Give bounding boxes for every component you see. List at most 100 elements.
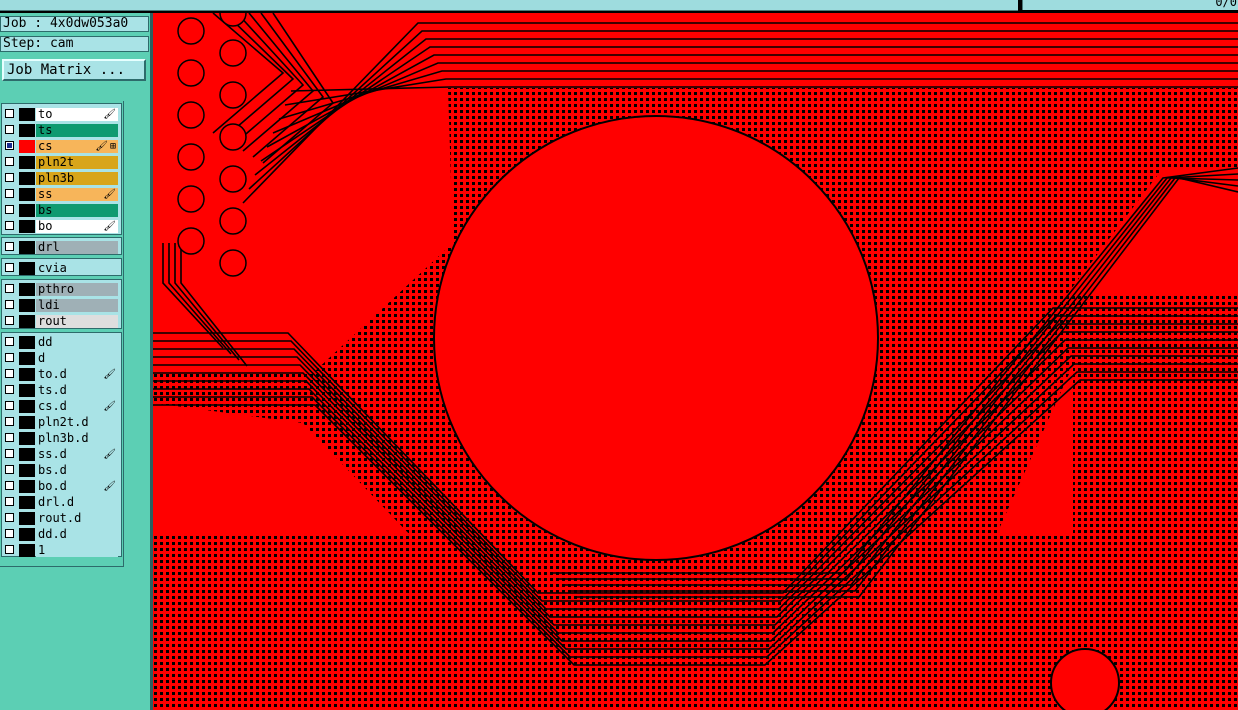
layer-checkbox[interactable] [5, 189, 14, 198]
layer-color-swatch[interactable] [19, 352, 35, 365]
layer-checkbox[interactable] [5, 221, 14, 230]
layer-color-swatch[interactable] [19, 368, 35, 381]
layer-checkbox[interactable] [5, 109, 14, 118]
layer-color-swatch[interactable] [19, 464, 35, 477]
layer-row-cvia[interactable]: cvia [2, 261, 118, 276]
layer-row-to[interactable]: to 🖌 [2, 107, 118, 122]
layer-row-d[interactable]: d [2, 351, 118, 366]
layer-name[interactable]: pln2t.d [36, 416, 118, 429]
layer-name[interactable]: bo.d 🖌 [36, 480, 118, 493]
layer-color-swatch[interactable] [19, 204, 35, 217]
layer-color-swatch[interactable] [19, 416, 35, 429]
layer-name[interactable]: rout.d [36, 512, 118, 525]
layer-checkbox[interactable] [5, 529, 14, 538]
layer-color-swatch[interactable] [19, 156, 35, 169]
layer-row-pln2t-d[interactable]: pln2t.d [2, 415, 118, 430]
layer-row-cs[interactable]: cs 🖌 ⊞ [2, 139, 118, 154]
layer-name[interactable]: cs.d 🖌 [36, 400, 118, 413]
layer-color-swatch[interactable] [19, 241, 35, 254]
layer-checkbox[interactable] [5, 353, 14, 362]
layer-row-to-d[interactable]: to.d 🖌 [2, 367, 118, 382]
layer-row-rout-d[interactable]: rout.d [2, 511, 118, 526]
layer-name[interactable]: 1 [36, 544, 118, 557]
layer-checkbox[interactable] [5, 513, 14, 522]
layer-checkbox[interactable] [5, 433, 14, 442]
layer-color-swatch[interactable] [19, 480, 35, 493]
layer-row-bo[interactable]: bo 🖌 [2, 219, 118, 234]
layer-checkbox[interactable] [5, 141, 14, 150]
layer-checkbox[interactable] [5, 385, 14, 394]
layer-name[interactable]: to 🖌 [36, 108, 118, 121]
layer-name[interactable]: d [36, 352, 118, 365]
layer-row-drl[interactable]: drl [2, 240, 118, 255]
layer-row-ts-d[interactable]: ts.d [2, 383, 118, 398]
layer-row-pln3b-d[interactable]: pln3b.d [2, 431, 118, 446]
layer-checkbox[interactable] [5, 300, 14, 309]
layer-name[interactable]: bs.d [36, 464, 118, 477]
layer-checkbox[interactable] [5, 242, 14, 251]
layer-color-swatch[interactable] [19, 496, 35, 509]
layer-checkbox[interactable] [5, 337, 14, 346]
layer-checkbox[interactable] [5, 157, 14, 166]
layer-checkbox[interactable] [5, 173, 14, 182]
layer-checkbox[interactable] [5, 497, 14, 506]
layer-row-cs-d[interactable]: cs.d 🖌 [2, 399, 118, 414]
layer-row-rout[interactable]: rout [2, 314, 118, 329]
layer-checkbox[interactable] [5, 205, 14, 214]
pcb-layer-graphic[interactable] [153, 13, 1238, 710]
layer-checkbox[interactable] [5, 545, 14, 554]
layer-row-pln3b[interactable]: pln3b [2, 171, 118, 186]
layer-checkbox[interactable] [5, 481, 14, 490]
layer-name[interactable]: drl [36, 241, 118, 254]
layer-name[interactable]: dd.d [36, 528, 118, 541]
layer-row-pthro[interactable]: pthro [2, 282, 118, 297]
layer-name[interactable]: pln3b.d [36, 432, 118, 445]
layer-color-swatch[interactable] [19, 384, 35, 397]
layer-color-swatch[interactable] [19, 220, 35, 233]
layer-row-drl-d[interactable]: drl.d [2, 495, 118, 510]
layer-color-swatch[interactable] [19, 512, 35, 525]
layer-color-swatch[interactable] [19, 140, 35, 153]
layer-color-swatch[interactable] [19, 432, 35, 445]
layer-row-ss[interactable]: ss 🖌 [2, 187, 118, 202]
layer-name[interactable]: cs 🖌 ⊞ [36, 140, 118, 153]
layer-color-swatch[interactable] [19, 336, 35, 349]
layer-checkbox[interactable] [5, 417, 14, 426]
layer-checkbox[interactable] [5, 284, 14, 293]
layer-checkbox[interactable] [5, 316, 14, 325]
layer-row-ss-d[interactable]: ss.d 🖌 [2, 447, 118, 462]
layer-name[interactable]: ss 🖌 [36, 188, 118, 201]
layer-row-bs-d[interactable]: bs.d [2, 463, 118, 478]
layer-name[interactable]: cvia [36, 262, 118, 275]
layer-color-swatch[interactable] [19, 448, 35, 461]
layer-name[interactable]: ts [36, 124, 118, 137]
layer-checkbox[interactable] [5, 465, 14, 474]
layer-color-swatch[interactable] [19, 172, 35, 185]
layer-name[interactable]: ts.d [36, 384, 118, 397]
layer-name[interactable]: pln3b [36, 172, 118, 185]
layer-name[interactable]: ss.d 🖌 [36, 448, 118, 461]
graphic-canvas[interactable] [153, 13, 1238, 710]
layer-row-pln2t[interactable]: pln2t [2, 155, 118, 170]
layer-color-swatch[interactable] [19, 283, 35, 296]
layer-row-ts[interactable]: ts [2, 123, 118, 138]
job-matrix-button[interactable]: Job Matrix ... [2, 59, 146, 81]
layer-color-swatch[interactable] [19, 528, 35, 541]
layer-checkbox[interactable] [5, 449, 14, 458]
layer-row-dd[interactable]: dd [2, 335, 118, 350]
layer-checkbox[interactable] [5, 401, 14, 410]
layer-color-swatch[interactable] [19, 188, 35, 201]
layer-name[interactable]: pthro [36, 283, 118, 296]
layer-color-swatch[interactable] [19, 124, 35, 137]
layer-color-swatch[interactable] [19, 299, 35, 312]
layer-name[interactable]: ldi [36, 299, 118, 312]
layer-checkbox[interactable] [5, 263, 14, 272]
layer-color-swatch[interactable] [19, 315, 35, 328]
layer-row-ldi[interactable]: ldi [2, 298, 118, 313]
layer-name[interactable]: dd [36, 336, 118, 349]
layer-row-1[interactable]: 1 [2, 543, 118, 558]
layer-row-dd-d[interactable]: dd.d [2, 527, 118, 542]
layer-checkbox[interactable] [5, 369, 14, 378]
layer-row-bo-d[interactable]: bo.d 🖌 [2, 479, 118, 494]
layer-name[interactable]: drl.d [36, 496, 118, 509]
